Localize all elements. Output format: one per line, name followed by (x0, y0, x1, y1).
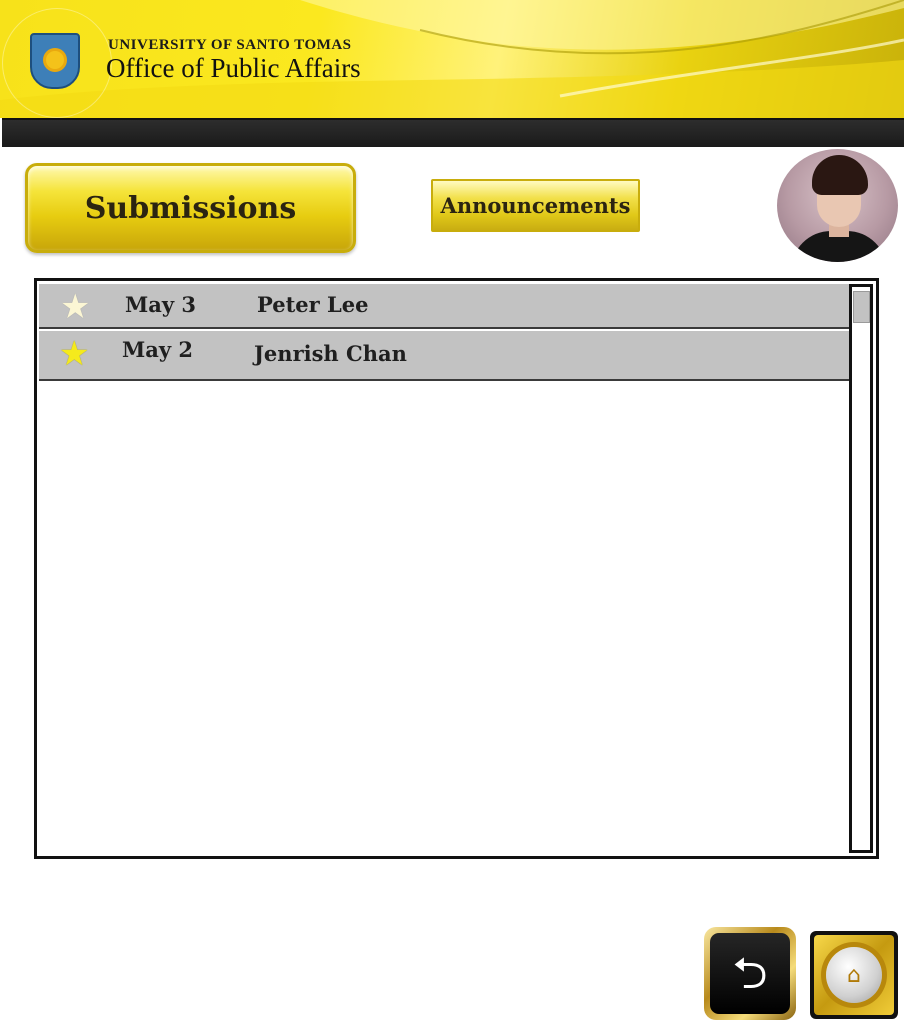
submission-date: May 3 (125, 292, 196, 317)
submissions-list: ★ May 3 Peter Lee ★ May 2 Jenrish Chan (34, 278, 879, 859)
star-icon[interactable]: ★ (60, 288, 90, 326)
sun-emblem-icon (46, 51, 64, 69)
university-name: UNIVERSITY OF SANTO TOMAS (108, 37, 352, 53)
submission-author: Jenrish Chan (254, 341, 407, 366)
header-banner: UNIVERSITY OF SANTO TOMAS Office of Publ… (0, 0, 904, 118)
home-button-ring: ⌂ (814, 935, 894, 1015)
tab-submissions[interactable]: Submissions (25, 163, 356, 253)
star-icon[interactable]: ★ (59, 335, 89, 373)
header-divider-bar (2, 118, 904, 147)
list-item[interactable]: ★ May 2 Jenrish Chan (39, 331, 849, 381)
home-icon: ⌂ (826, 947, 882, 1003)
tab-announcements[interactable]: Announcements (431, 179, 640, 232)
home-button[interactable]: ⌂ (810, 931, 898, 1019)
back-arrow-icon: ⮌ (710, 933, 790, 1014)
avatar-hair (812, 155, 868, 195)
university-seal-icon (30, 33, 80, 89)
submission-date: May 2 (122, 337, 193, 362)
list-scrollbar[interactable] (849, 284, 873, 853)
office-name: Office of Public Affairs (106, 53, 361, 83)
submission-author: Peter Lee (257, 292, 369, 317)
scrollbar-thumb[interactable] (853, 291, 870, 323)
back-button[interactable]: ⮌ (704, 927, 796, 1020)
list-item[interactable]: ★ May 3 Peter Lee (39, 284, 849, 329)
user-avatar[interactable] (777, 149, 898, 262)
